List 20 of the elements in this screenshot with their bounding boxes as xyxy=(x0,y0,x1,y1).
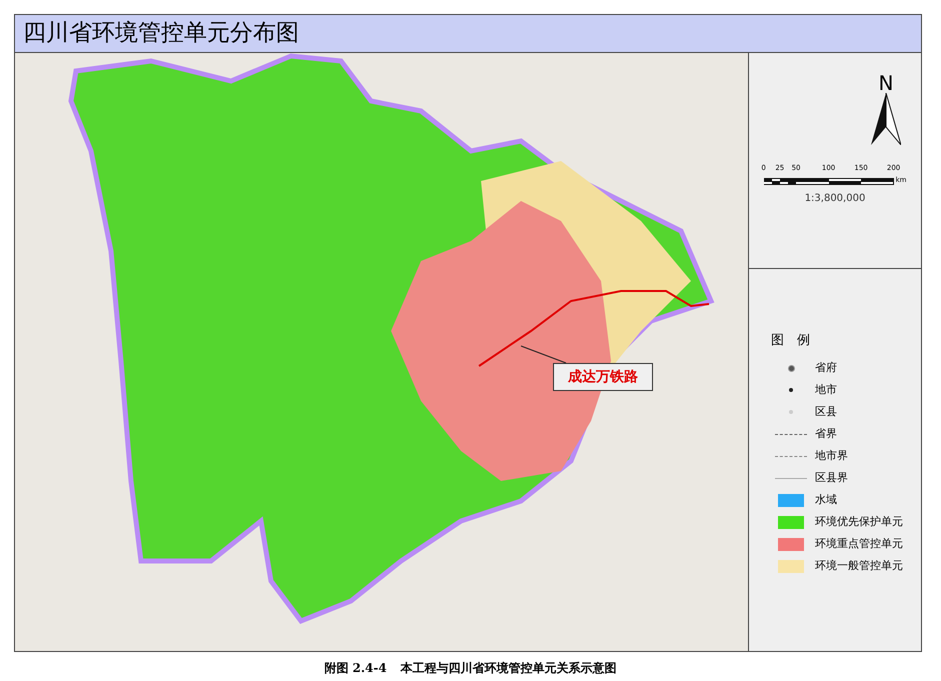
legend-label: 环境优先保护单元 xyxy=(815,514,903,530)
north-arrow-icon xyxy=(871,93,901,145)
legend-label: 地市 xyxy=(815,382,837,398)
figure-caption: 本工程与四川省环境管控单元关系示意图 xyxy=(400,660,617,677)
scale-ratio: 1:3,800,000 xyxy=(804,192,866,206)
north-label: N xyxy=(878,73,894,93)
legend-label: 省府 xyxy=(815,360,837,376)
legend-title: 图 例 xyxy=(771,332,811,350)
railway-callout-label: 成达万铁路 xyxy=(553,363,653,391)
legend-label: 环境重点管控单元 xyxy=(815,536,903,552)
legend-label: 区县 xyxy=(815,404,837,420)
figure-number: 附图 2.4-4 xyxy=(324,660,387,677)
legend-label: 环境一般管控单元 xyxy=(815,558,903,574)
scale-bar-icon xyxy=(764,178,894,185)
legend-label: 区县界 xyxy=(815,470,848,486)
legend-label: 省界 xyxy=(815,426,837,442)
leader-line xyxy=(520,346,566,364)
legend-label: 地市界 xyxy=(815,448,848,464)
map-title: 四川省环境管控单元分布图 xyxy=(23,19,299,48)
legend-label: 水域 xyxy=(815,492,837,508)
